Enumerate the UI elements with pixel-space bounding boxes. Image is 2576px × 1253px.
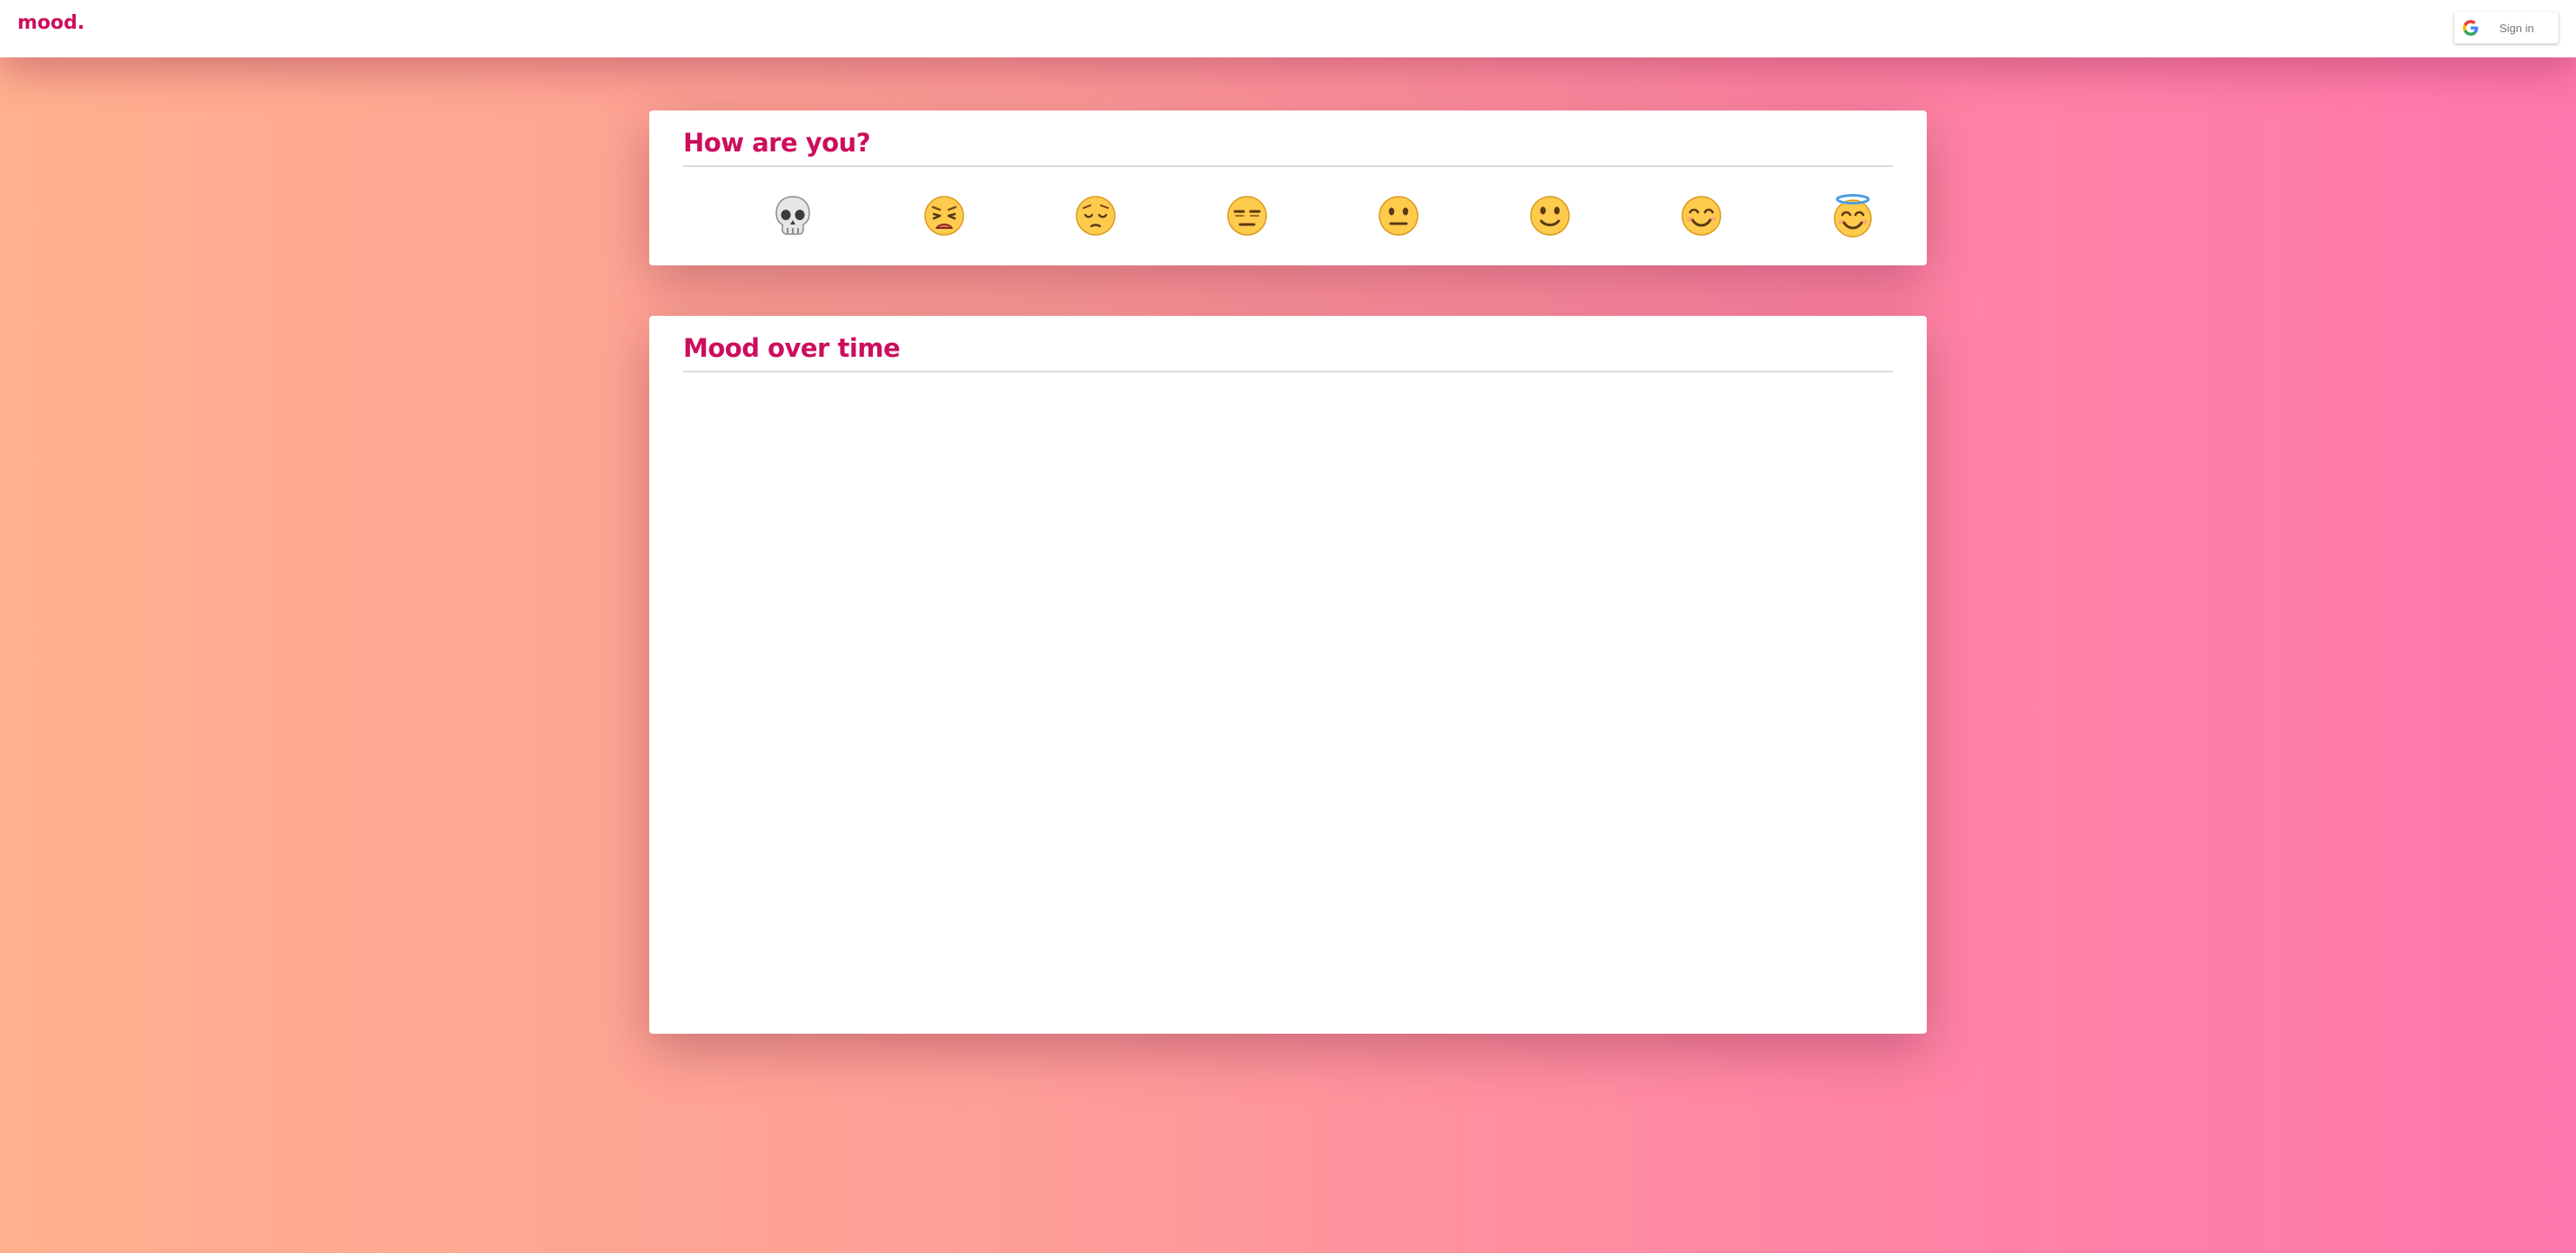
mood-option-halo[interactable]	[1827, 191, 1879, 243]
slightly-smiling-face-icon	[1529, 195, 1571, 239]
mood-option-weary[interactable]	[918, 191, 970, 243]
signin-label: Sign in	[2499, 21, 2534, 35]
top-bar: mood. Sign in	[0, 0, 2576, 57]
mood-options	[683, 191, 1893, 243]
mood-option-pensive[interactable]	[1070, 191, 1122, 243]
smiling-face-icon	[1680, 195, 1722, 239]
pensive-face-icon	[1075, 195, 1117, 239]
title-divider	[683, 371, 1893, 372]
mood-option-neutral[interactable]	[1372, 191, 1425, 243]
neutral-face-icon	[1378, 195, 1419, 239]
google-signin-button[interactable]: Sign in	[2454, 12, 2559, 44]
mood-input-card: How are you?	[649, 111, 1927, 265]
smiling-face-with-halo-icon	[1830, 193, 1875, 241]
mood-option-expressionless[interactable]	[1221, 191, 1273, 243]
mood-card-title: How are you?	[683, 128, 871, 157]
chart-card-title: Mood over time	[683, 333, 901, 363]
title-divider	[683, 165, 1893, 167]
google-icon	[2463, 20, 2479, 36]
app-logo[interactable]: mood.	[17, 12, 84, 34]
expressionless-face-icon	[1226, 195, 1268, 239]
mood-option-skull[interactable]	[767, 191, 819, 243]
mood-option-smile[interactable]	[1675, 191, 1727, 243]
mood-chart-area	[683, 394, 1893, 1003]
mood-history-card: Mood over time	[649, 316, 1927, 1034]
weary-face-icon	[923, 195, 965, 239]
mood-option-slight-smile[interactable]	[1524, 191, 1576, 243]
skull-icon	[774, 195, 812, 239]
